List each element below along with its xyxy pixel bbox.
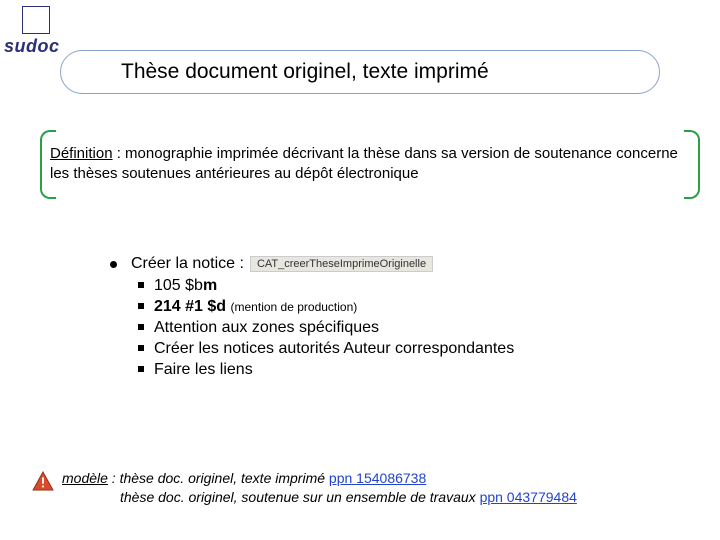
logo-square-icon: [22, 6, 50, 34]
item-code: 105 $b: [154, 277, 203, 294]
item-plain: Attention aux zones spécifiques: [154, 319, 379, 336]
bullet-disc-icon: [110, 261, 117, 268]
definition-body: : monographie imprimée décrivant la thès…: [50, 145, 678, 182]
page-title: Thèse document originel, texte imprimé: [121, 60, 489, 84]
bullet-square-icon: [138, 282, 144, 288]
definition-box: Définition : monographie imprimée décriv…: [40, 130, 700, 199]
bullet-square-icon: [138, 345, 144, 351]
create-notice-row: Créer la notice : CAT_creerTheseImprimeO…: [110, 255, 670, 273]
list-item: 214 #1 $d (mention de production): [110, 298, 670, 316]
list-item: Faire les liens: [110, 361, 670, 379]
logo-text: sudoc: [4, 36, 64, 57]
page-title-box: Thèse document originel, texte imprimé: [60, 50, 660, 94]
ppn-link-2[interactable]: ppn 043779484: [480, 489, 577, 505]
list-item: 105 $bm: [110, 277, 670, 295]
ppn-link-1[interactable]: ppn 154086738: [329, 470, 426, 486]
list-item: Créer les notices autorités Auteur corre…: [110, 340, 670, 358]
bullet-square-icon: [138, 303, 144, 309]
footer-line2-text: thèse doc. originel, soutenue sur un ens…: [120, 489, 480, 505]
create-notice-sublist: 105 $bm 214 #1 $d (mention de production…: [110, 277, 670, 379]
create-notice-heading: Créer la notice :: [131, 255, 244, 273]
footer-line1: modèle : thèse doc. originel, texte impr…: [62, 469, 577, 489]
footer-line1-text: : thèse doc. originel, texte imprimé: [108, 470, 329, 486]
item-note: (mention de production): [231, 300, 358, 314]
item-code: 214 #1 $d: [154, 298, 226, 315]
bullet-square-icon: [138, 366, 144, 372]
bullet-square-icon: [138, 324, 144, 330]
footer-block: modèle : thèse doc. originel, texte impr…: [32, 469, 692, 508]
list-item: Attention aux zones spécifiques: [110, 319, 670, 337]
definition-text: Définition : monographie imprimée décriv…: [50, 144, 690, 185]
warning-icon: [32, 471, 54, 491]
item-plain: Créer les notices autorités Auteur corre…: [154, 340, 514, 357]
sudoc-logo: sudoc: [4, 6, 64, 57]
script-badge: CAT_creerTheseImprimeOriginelle: [250, 256, 433, 272]
modele-label: modèle: [62, 470, 108, 486]
footer-text: modèle : thèse doc. originel, texte impr…: [62, 469, 577, 508]
content-block: Créer la notice : CAT_creerTheseImprimeO…: [110, 255, 670, 382]
footer-line2: thèse doc. originel, soutenue sur un ens…: [62, 488, 577, 508]
item-plain: Faire les liens: [154, 361, 253, 378]
item-code-bold: m: [203, 277, 217, 294]
definition-label: Définition: [50, 145, 113, 162]
